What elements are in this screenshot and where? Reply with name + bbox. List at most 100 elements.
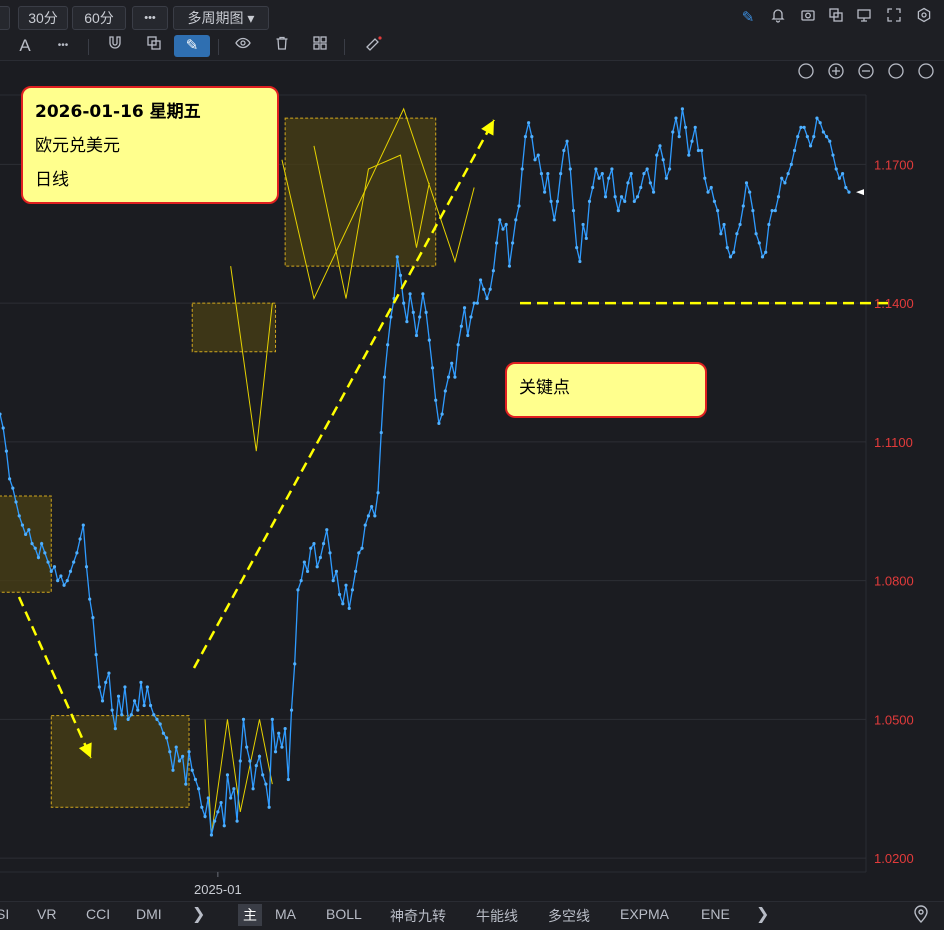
period-60min-button[interactable]: 60分 bbox=[72, 6, 126, 30]
indicator-tab[interactable]: 牛能线 bbox=[476, 906, 518, 926]
price-point bbox=[402, 301, 406, 305]
indicator-tab-main[interactable]: 主 bbox=[238, 904, 262, 926]
price-point bbox=[488, 287, 492, 291]
camera-icon[interactable] bbox=[797, 7, 819, 29]
multi-period-dropdown[interactable]: 多周期图 ▾ bbox=[173, 6, 269, 30]
price-point bbox=[376, 491, 380, 495]
price-point bbox=[261, 773, 265, 777]
indicator-tab[interactable]: BOLL bbox=[326, 906, 362, 922]
price-point bbox=[549, 199, 553, 203]
indicator-tab[interactable]: SI bbox=[0, 906, 9, 922]
price-point bbox=[190, 768, 194, 772]
price-point bbox=[414, 333, 419, 338]
price-point bbox=[478, 278, 483, 282]
price-point bbox=[658, 144, 662, 148]
location-pin-icon[interactable] bbox=[912, 904, 930, 927]
key-point-annotation[interactable]: 关键点 bbox=[505, 362, 707, 418]
indicator-tab[interactable]: VR bbox=[37, 906, 56, 922]
indicator-tab[interactable]: EXPMA bbox=[620, 906, 669, 922]
ruler-icon[interactable] bbox=[362, 35, 384, 57]
more-tools-icon[interactable]: ••• bbox=[52, 35, 74, 57]
price-point bbox=[802, 125, 806, 129]
consolidation-boxes bbox=[0, 117, 437, 808]
price-point bbox=[94, 653, 98, 657]
price-point bbox=[453, 375, 457, 379]
settings-icon[interactable] bbox=[913, 7, 935, 29]
chevron-right-icon[interactable]: ❯ bbox=[756, 904, 769, 924]
price-point bbox=[0, 412, 2, 416]
price-point bbox=[267, 805, 271, 809]
magnet-icon[interactable] bbox=[104, 35, 126, 57]
reset-view-icon[interactable] bbox=[888, 63, 904, 79]
grid-icon[interactable] bbox=[309, 35, 331, 57]
y-axis: 1.1700 1.1400 1.1100 1.0800 1.0500 1.0200 bbox=[856, 157, 914, 866]
zoom-in-icon[interactable] bbox=[828, 63, 844, 79]
price-point bbox=[177, 759, 182, 763]
price-point bbox=[703, 176, 707, 180]
price-point bbox=[40, 542, 44, 546]
info-annotation[interactable]: 2026-01-16 星期五 欧元兑美元 日线 bbox=[21, 86, 279, 204]
price-point bbox=[43, 551, 47, 555]
zoom-out-icon[interactable] bbox=[858, 63, 874, 79]
price-point bbox=[514, 218, 518, 222]
price-point bbox=[792, 148, 797, 153]
indicator-tab[interactable]: 多空线 bbox=[548, 906, 590, 926]
period-button-partial[interactable] bbox=[0, 6, 10, 30]
price-point bbox=[517, 204, 521, 208]
monitor-icon[interactable] bbox=[853, 7, 875, 29]
price-point bbox=[305, 569, 310, 573]
price-point bbox=[709, 185, 713, 190]
key-point-label: 关键点 bbox=[519, 378, 570, 398]
indicator-tab[interactable]: MA bbox=[275, 906, 296, 922]
price-point bbox=[62, 583, 66, 587]
price-point bbox=[286, 777, 290, 782]
bell-icon[interactable] bbox=[767, 7, 789, 29]
price-point bbox=[52, 565, 57, 569]
layers-icon[interactable] bbox=[143, 35, 165, 57]
copy-window-icon[interactable] bbox=[825, 7, 847, 29]
price-point bbox=[200, 805, 204, 809]
price-point bbox=[132, 699, 137, 703]
price-point bbox=[164, 736, 169, 740]
draw-pen-icon[interactable]: ✎ bbox=[174, 35, 210, 57]
price-point bbox=[712, 199, 717, 203]
price-point bbox=[424, 310, 428, 314]
eye-icon[interactable] bbox=[232, 35, 254, 57]
price-point bbox=[725, 246, 729, 250]
trash-icon[interactable] bbox=[271, 35, 293, 57]
chevron-right-icon[interactable]: ❯ bbox=[192, 904, 205, 924]
price-point bbox=[411, 310, 415, 314]
price-point bbox=[152, 713, 156, 717]
indicator-tab[interactable]: DMI bbox=[136, 906, 162, 922]
fullscreen-icon[interactable] bbox=[883, 7, 905, 29]
price-point bbox=[24, 532, 28, 536]
price-point bbox=[257, 754, 262, 758]
price-point bbox=[696, 148, 701, 153]
more-periods-button[interactable]: ••• bbox=[132, 6, 168, 30]
indicator-tab[interactable]: ENE bbox=[701, 906, 730, 922]
price-point bbox=[533, 158, 537, 162]
indicator-tab[interactable]: 神奇九转 bbox=[390, 906, 446, 926]
price-point bbox=[68, 569, 73, 573]
price-point bbox=[722, 222, 726, 227]
indicator-tab[interactable]: CCI bbox=[86, 906, 110, 922]
price-point bbox=[639, 185, 643, 190]
price-point bbox=[299, 579, 303, 583]
period-30min-button[interactable]: 30分 bbox=[18, 6, 68, 30]
price-point bbox=[543, 190, 547, 194]
price-point bbox=[241, 717, 246, 721]
price-point bbox=[222, 824, 226, 828]
price-point bbox=[289, 708, 294, 712]
zigzag-line bbox=[204, 719, 273, 836]
chart-settings-icon[interactable] bbox=[918, 63, 934, 79]
pencil-icon[interactable]: ✎ bbox=[737, 7, 759, 29]
price-point bbox=[475, 301, 479, 305]
price-point bbox=[571, 209, 576, 213]
price-point bbox=[168, 750, 172, 754]
text-tool-icon[interactable]: A bbox=[14, 35, 36, 57]
chart-settings-icon-ring bbox=[918, 63, 934, 79]
price-point bbox=[693, 125, 697, 129]
price-point bbox=[805, 135, 809, 139]
price-point bbox=[145, 685, 149, 689]
undo-icon[interactable] bbox=[798, 63, 814, 79]
